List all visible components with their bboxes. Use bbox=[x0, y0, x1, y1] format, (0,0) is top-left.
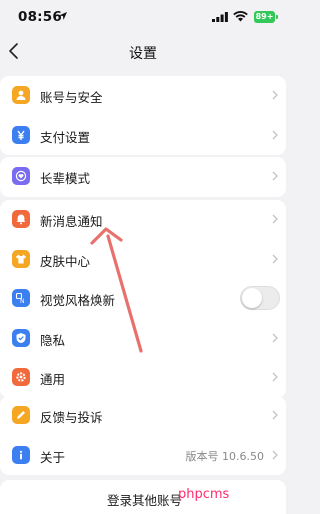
chevron-right-icon bbox=[272, 372, 278, 382]
watermark: phpcms bbox=[178, 487, 230, 502]
location-arrow-icon bbox=[59, 12, 67, 20]
person-icon bbox=[12, 86, 30, 104]
chevron-right-icon bbox=[272, 214, 278, 224]
row-label: 关于 bbox=[40, 449, 66, 465]
settings-group-general: 新消息通知 皮肤中心 N 视觉风格焕新 隐私 通用 bbox=[0, 200, 286, 398]
chevron-right-icon bbox=[272, 254, 278, 263]
version-value: 版本号 10.6.50 bbox=[185, 449, 264, 463]
svg-text:N: N bbox=[20, 298, 25, 304]
settings-group-elder: 长辈模式 bbox=[0, 157, 286, 197]
row-about[interactable]: 关于 版本号 10.6.50 bbox=[0, 436, 286, 476]
bell-icon bbox=[12, 210, 30, 228]
login-other-account-label: 登录其他账号 bbox=[107, 493, 183, 508]
row-account-security[interactable]: 账号与安全 bbox=[0, 76, 286, 116]
elder-heart-icon bbox=[12, 167, 30, 185]
visual-style-toggle[interactable] bbox=[240, 286, 280, 310]
status-bar: 08:56 89+ bbox=[0, 0, 286, 34]
row-skin-center[interactable]: 皮肤中心 bbox=[0, 240, 286, 280]
settings-group-account: 账号与安全 支付设置 bbox=[0, 76, 286, 155]
gear-icon bbox=[12, 368, 30, 386]
chevron-right-icon bbox=[272, 130, 278, 139]
nav-bar: 设置 bbox=[0, 34, 286, 68]
shirt-icon bbox=[12, 249, 30, 268]
row-notifications[interactable]: 新消息通知 bbox=[0, 200, 286, 240]
signal-icon bbox=[212, 12, 228, 22]
chevron-right-icon bbox=[272, 171, 278, 181]
page-title: 设置 bbox=[129, 46, 157, 62]
row-label: 视觉风格焕新 bbox=[40, 293, 116, 308]
row-feedback[interactable]: 反馈与投诉 bbox=[0, 396, 286, 436]
row-general[interactable]: 通用 bbox=[0, 358, 286, 398]
row-label: 新消息通知 bbox=[40, 214, 103, 229]
row-label: 隐私 bbox=[40, 332, 66, 348]
yen-icon bbox=[12, 125, 30, 144]
row-payment-settings[interactable]: 支付设置 bbox=[0, 116, 286, 156]
status-time: 08:56 bbox=[18, 9, 62, 25]
row-elder-mode[interactable]: 长辈模式 bbox=[0, 157, 286, 197]
row-label: 皮肤中心 bbox=[40, 253, 91, 269]
settings-group-about: 反馈与投诉 关于 版本号 10.6.50 bbox=[0, 396, 286, 475]
row-visual-style: N 视觉风格焕新 bbox=[0, 279, 286, 319]
chevron-right-icon bbox=[272, 450, 278, 459]
row-label: 反馈与投诉 bbox=[40, 410, 103, 425]
new-style-icon: N bbox=[12, 289, 30, 307]
row-label: 支付设置 bbox=[40, 129, 91, 145]
row-privacy[interactable]: 隐私 bbox=[0, 319, 286, 359]
battery-indicator: 89+ bbox=[254, 11, 278, 23]
shield-check-icon bbox=[12, 328, 30, 347]
row-label: 通用 bbox=[40, 372, 66, 387]
row-label: 账号与安全 bbox=[40, 90, 103, 105]
chevron-right-icon bbox=[272, 333, 278, 342]
info-icon bbox=[12, 445, 30, 464]
toggle-knob bbox=[242, 288, 262, 308]
row-label: 长辈模式 bbox=[40, 171, 91, 186]
pencil-icon bbox=[12, 406, 30, 424]
login-other-account-button[interactable]: 登录其他账号 bbox=[0, 480, 286, 514]
wifi-icon bbox=[233, 11, 248, 22]
chevron-right-icon bbox=[272, 90, 278, 100]
chevron-right-icon bbox=[272, 410, 278, 420]
